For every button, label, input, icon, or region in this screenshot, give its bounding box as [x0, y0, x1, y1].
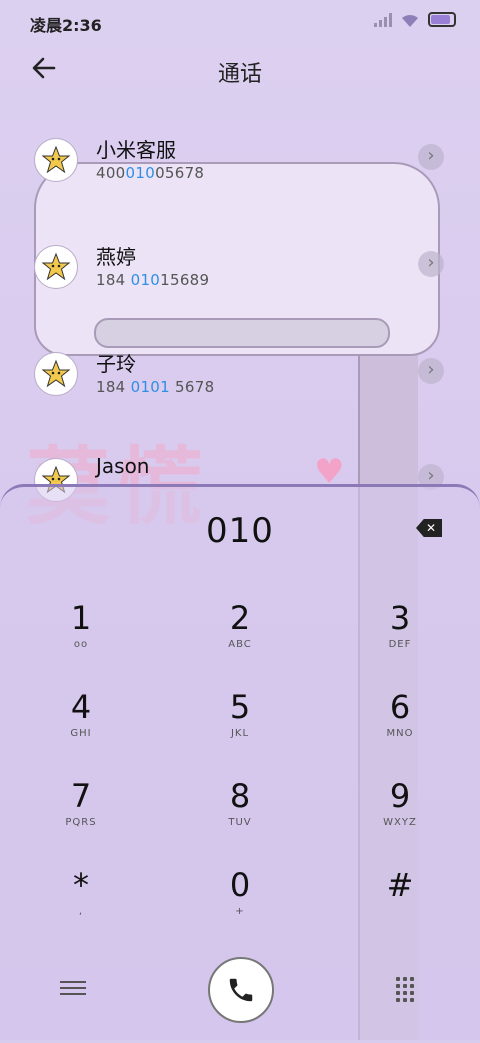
dial-key-4[interactable]: 4 GHI — [26, 688, 136, 768]
avatar — [34, 245, 78, 289]
key-letters: DEF — [388, 639, 412, 650]
status-icons — [374, 12, 456, 27]
contact-number: 40001005678 — [96, 164, 205, 182]
dial-key-3[interactable]: 3 DEF — [345, 599, 455, 679]
key-letters: WXYZ — [383, 817, 417, 828]
list-item[interactable]: 小米客服 40001005678 › — [0, 120, 480, 220]
menu-icon[interactable] — [60, 977, 86, 997]
phone-icon — [229, 978, 253, 1002]
dialed-number-display[interactable]: 010 — [0, 511, 480, 551]
status-time: 凌晨2:36 — [30, 16, 102, 35]
number-match-highlight: 010 — [125, 164, 156, 182]
key-digit: 7 — [70, 777, 92, 815]
key-digit: 0 — [229, 866, 251, 904]
signal-icon — [374, 12, 392, 27]
dial-key-8[interactable]: 8 TUV — [185, 777, 295, 857]
key-digit: 2 — [229, 599, 251, 637]
key-letters: JKL — [230, 728, 250, 739]
key-digit: 9 — [389, 777, 411, 815]
contact-number: 184 0101 5678 — [96, 378, 215, 396]
key-digit: 3 — [389, 599, 411, 637]
contact-name: Jason — [96, 454, 150, 478]
dial-key-1[interactable]: 1 oo — [26, 599, 136, 679]
key-letters: GHI — [70, 728, 92, 739]
contact-name: 子玲 — [96, 352, 136, 376]
key-digit: 4 — [70, 688, 92, 726]
list-item[interactable]: 子玲 184 0101 5678 › — [0, 334, 480, 434]
key-letters: PQRS — [65, 817, 97, 828]
chevron-right-icon[interactable]: › — [418, 251, 444, 277]
contact-number: 184 01015689 — [96, 271, 210, 289]
avatar — [34, 138, 78, 182]
dial-key-2[interactable]: 2 ABC — [185, 599, 295, 679]
status-bar: 凌晨2:36 — [0, 0, 480, 42]
number-match-highlight: 010 — [130, 271, 161, 289]
avatar — [34, 352, 78, 396]
key-letters: TUV — [228, 817, 252, 828]
contact-name: 小米客服 — [96, 138, 176, 162]
page-title: 通话 — [217, 62, 262, 87]
key-letters: , — [78, 906, 84, 917]
list-item[interactable]: 燕婷 184 01015689 › — [0, 227, 480, 327]
key-digit: 6 — [389, 688, 411, 726]
dial-key-7[interactable]: 7 PQRS — [26, 777, 136, 857]
key-digit: 1 — [70, 599, 92, 637]
key-letters: oo — [73, 639, 89, 650]
battery-icon — [428, 12, 456, 27]
chevron-right-icon[interactable]: › — [418, 358, 444, 384]
dial-key-0[interactable]: 0 + — [185, 866, 295, 946]
dialpad-panel: 010 ✕ 1 oo 2 ABC 3 DEF 4 GHI 5 JKL 6 MNO… — [0, 484, 480, 1043]
chevron-right-icon[interactable]: › — [418, 144, 444, 170]
dial-key-hash[interactable]: # — [345, 866, 455, 946]
contact-name: 燕婷 — [96, 245, 136, 269]
dial-key-6[interactable]: 6 MNO — [345, 688, 455, 768]
dial-key-9[interactable]: 9 WXYZ — [345, 777, 455, 857]
wifi-icon — [400, 13, 420, 27]
dial-key-star[interactable]: * , — [26, 866, 136, 946]
key-letters: MNO — [386, 728, 414, 739]
key-digit: # — [386, 866, 414, 904]
key-digit: 5 — [229, 688, 251, 726]
call-button[interactable] — [208, 957, 274, 1023]
key-letters: + — [235, 906, 245, 917]
key-digit: * — [73, 866, 89, 904]
header: 通话 — [0, 46, 480, 96]
key-letters: ABC — [228, 639, 252, 650]
dial-key-5[interactable]: 5 JKL — [185, 688, 295, 768]
dialpad-toggle-icon[interactable] — [396, 977, 416, 1002]
key-digit: 8 — [229, 777, 251, 815]
number-match-highlight: 0101 — [130, 378, 170, 396]
